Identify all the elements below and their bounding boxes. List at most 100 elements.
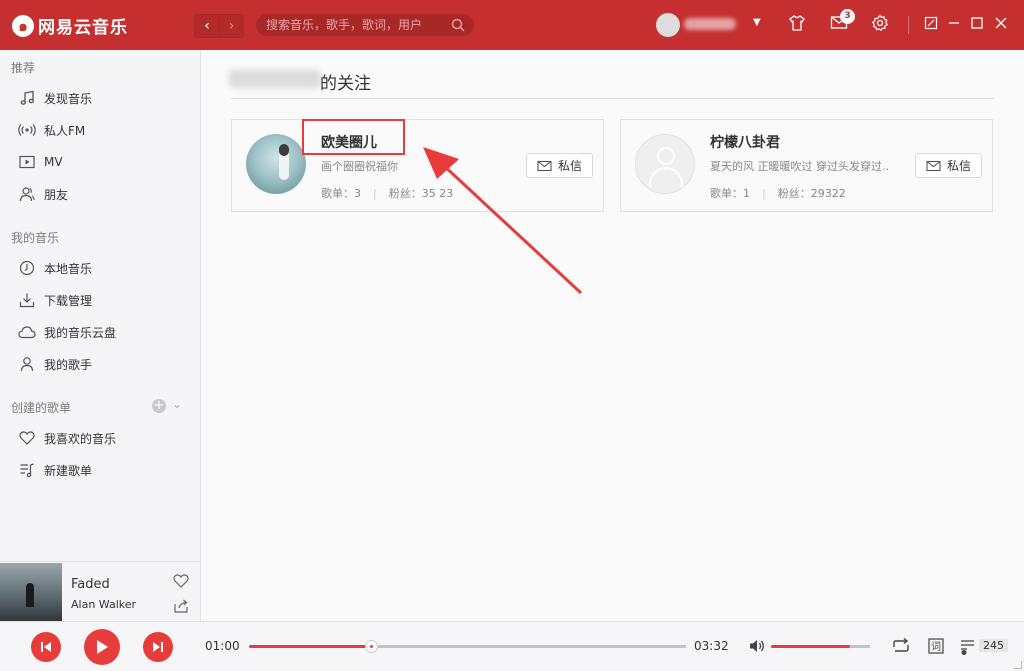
- search-icon[interactable]: [451, 18, 465, 35]
- section-title-recommend: 推荐: [11, 61, 36, 75]
- window-resize-handle[interactable]: [1014, 661, 1022, 669]
- sidebar-item-friends[interactable]: 朋友: [0, 179, 200, 209]
- sidebar-item-label: 私人FM: [44, 123, 86, 138]
- playlist-icon: [18, 461, 36, 479]
- playlist-queue-icon[interactable]: [960, 638, 978, 659]
- private-message-label: 私信: [946, 159, 971, 173]
- song-artist[interactable]: Alan Walker: [71, 598, 136, 611]
- repeat-icon[interactable]: [891, 637, 911, 657]
- search-box: [256, 14, 474, 36]
- user-menu-chevron-icon[interactable]: ▼: [753, 17, 761, 28]
- lyrics-button[interactable]: 词: [928, 638, 944, 657]
- user-name[interactable]: 柠檬八卦君: [710, 132, 780, 152]
- add-playlist-plus-icon[interactable]: +: [152, 399, 166, 413]
- sidebar-item-label: 新建歌单: [44, 463, 93, 478]
- user-stats: 歌单：1 | 粉丝：29322: [710, 185, 846, 201]
- collapse-chevron-icon[interactable]: ⌄: [172, 397, 182, 411]
- forward-button[interactable]: ›: [219, 15, 243, 37]
- user-avatar[interactable]: [656, 13, 680, 37]
- user-name-blurred[interactable]: [684, 18, 736, 30]
- blurred-username: [229, 70, 321, 88]
- app-logo[interactable]: ๑ 网易云音乐: [12, 13, 128, 38]
- follow-card[interactable]: 柠檬八卦君 夏天的风 正暖暖吹过 穿过头发穿过… 歌单：1 | 粉丝：29322 私…: [620, 119, 993, 212]
- friends-icon: [18, 185, 36, 203]
- sidebar-item-mv[interactable]: MV: [0, 147, 200, 177]
- play-button[interactable]: [84, 629, 120, 665]
- next-button[interactable]: [143, 632, 173, 662]
- sidebar-item-label: 发现音乐: [44, 91, 93, 106]
- sidebar-item-new-playlist[interactable]: 新建歌单: [0, 455, 200, 485]
- gear-icon[interactable]: [869, 14, 891, 36]
- sidebar-item-my-singers[interactable]: 我的歌手: [0, 349, 200, 379]
- minimize-icon[interactable]: [943, 14, 965, 36]
- previous-icon: [41, 642, 51, 652]
- now-playing-panel: Faded Alan Walker: [0, 561, 201, 622]
- playlist-count: 歌单：3: [321, 187, 361, 200]
- progress-fill: [249, 645, 372, 648]
- current-time: 01:00: [205, 639, 240, 653]
- user-signature: 夏天的风 正暖暖吹过 穿过头发穿过…: [710, 160, 890, 173]
- lyrics-icon: 词: [928, 638, 944, 654]
- lyrics-label: 词: [931, 641, 941, 653]
- next-icon: [153, 642, 163, 652]
- sidebar-item-local-music[interactable]: 本地音乐: [0, 253, 200, 283]
- annotation-highlight-box: [302, 119, 405, 155]
- title-divider: [231, 98, 994, 99]
- share-icon[interactable]: [174, 599, 188, 616]
- close-icon[interactable]: [990, 14, 1012, 36]
- title-bar: ๑ 网易云音乐 ‹ › ▼ 3: [0, 0, 1024, 50]
- video-icon: [18, 153, 36, 171]
- section-title-created-playlists: 创建的歌单: [11, 401, 72, 415]
- netease-logo-icon: ๑: [12, 14, 34, 37]
- sidebar-item-label: 我的音乐云盘: [44, 325, 117, 340]
- heart-icon: [18, 429, 36, 447]
- volume-icon[interactable]: [749, 639, 766, 656]
- sidebar-item-label: 下载管理: [44, 293, 93, 308]
- singer-icon: [18, 355, 36, 373]
- sidebar-item-label: 我喜欢的音乐: [44, 431, 117, 446]
- mini-mode-icon[interactable]: [920, 14, 942, 36]
- album-cover[interactable]: [0, 563, 62, 622]
- user-avatar[interactable]: [635, 134, 695, 194]
- sidebar-item-discover-music[interactable]: 发现音乐: [0, 83, 200, 113]
- playlist-count: 歌单：1: [710, 187, 750, 200]
- history-nav: ‹ ›: [194, 14, 244, 38]
- sidebar-item-download-manager[interactable]: 下载管理: [0, 285, 200, 315]
- music-note-icon: [18, 89, 36, 107]
- volume-bar[interactable]: [771, 645, 870, 648]
- total-time: 03:32: [694, 639, 729, 653]
- sidebar-item-cloud-drive[interactable]: 我的音乐云盘: [0, 317, 200, 347]
- message-count-badge: 3: [840, 9, 855, 24]
- play-icon: [97, 640, 108, 654]
- song-title[interactable]: Faded: [71, 577, 110, 592]
- sidebar-item-liked-music[interactable]: 我喜欢的音乐: [0, 423, 200, 453]
- previous-button[interactable]: [31, 632, 61, 662]
- progress-bar[interactable]: [249, 640, 686, 653]
- volume-fill: [771, 645, 851, 648]
- maximize-icon[interactable]: [966, 14, 988, 36]
- envelope-icon: [926, 160, 941, 171]
- local-music-icon: [18, 259, 36, 277]
- sidebar-item-label: 我的歌手: [44, 357, 93, 372]
- radio-icon: [18, 121, 36, 139]
- stats-separator: |: [762, 187, 766, 200]
- cloud-icon: [18, 323, 36, 341]
- user-avatar[interactable]: [246, 134, 306, 194]
- private-message-button[interactable]: 私信: [915, 153, 982, 178]
- skin-tshirt-icon[interactable]: [786, 14, 808, 36]
- progress-handle[interactable]: [365, 640, 379, 653]
- playlist-count-badge: 245: [979, 639, 1008, 652]
- title-bar-separator: [908, 16, 909, 34]
- like-heart-icon[interactable]: [173, 574, 189, 591]
- main-content: 的关注 欧美圈儿 画个圈圈祝福你 歌单：3 | 粉丝：35 23 私信 柠檬八卦君 …: [201, 50, 1024, 621]
- sidebar-item-private-fm[interactable]: 私人FM: [0, 115, 200, 145]
- sidebar-item-label: 本地音乐: [44, 261, 93, 276]
- stats-separator: |: [373, 187, 377, 200]
- search-input[interactable]: [266, 17, 446, 33]
- player-bar: 01:00 03:32 词 245: [0, 621, 1024, 671]
- sidebar-item-label: 朋友: [44, 187, 69, 202]
- page-title: 的关注: [320, 74, 371, 94]
- download-icon: [18, 291, 36, 309]
- back-button[interactable]: ‹: [195, 15, 219, 37]
- sidebar-item-label: MV: [44, 155, 63, 169]
